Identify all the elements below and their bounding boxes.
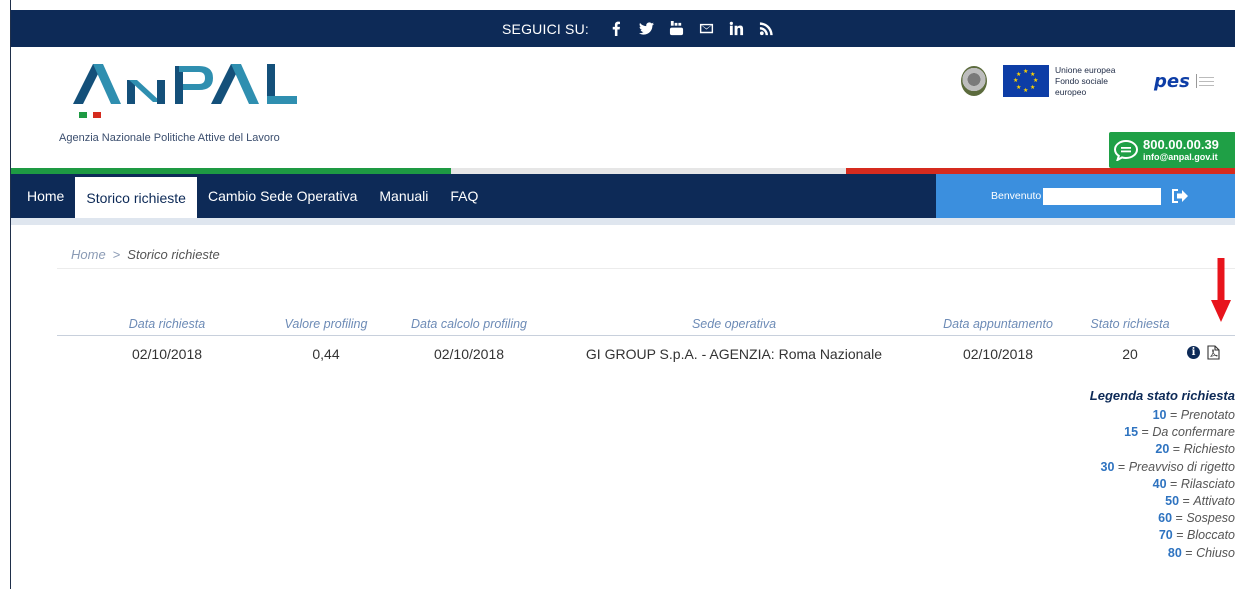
facebook-icon[interactable] xyxy=(604,18,628,40)
nav-cambio-sede[interactable]: Cambio Sede Operativa xyxy=(197,174,368,218)
breadcrumb-current: Storico richieste xyxy=(127,247,220,262)
breadcrumb-separator: > xyxy=(112,247,121,262)
th-valore-profiling: Valore profiling xyxy=(284,317,368,331)
cell-valore-profiling: 0,44 xyxy=(312,346,340,362)
logo-subtitle: Agenzia Nazionale Politiche Attive del L… xyxy=(59,132,280,144)
eu-text-line2: Fondo sociale europeo xyxy=(1055,75,1108,97)
contact-email: info@anpal.gov.it xyxy=(1143,151,1218,162)
info-icon[interactable]: i xyxy=(1187,346,1200,359)
legend-item: 50 = Attivato xyxy=(1165,494,1235,509)
mail-icon[interactable] xyxy=(694,18,718,40)
contact-number: 800.00.00.39 xyxy=(1143,136,1219,152)
legend-title: Legenda stato richiesta xyxy=(1089,388,1235,403)
status-legend: Legenda stato richiesta 10 = Prenotato 1… xyxy=(1090,388,1235,562)
eu-text-line1: Unione europea xyxy=(1055,64,1116,75)
legend-item: 60 = Sospeso xyxy=(1158,511,1235,526)
nav-faq[interactable]: FAQ xyxy=(439,174,489,218)
legend-item: 30 = Preavviso di rigetto xyxy=(1100,459,1235,474)
page-frame: SEGUICI SU: Agenzia Nazionale Politiche … xyxy=(10,0,1235,589)
table-row: 02/10/2018 0,44 02/10/2018 GI GROUP S.p.… xyxy=(57,337,1235,371)
row-actions: i xyxy=(1187,345,1220,360)
legend-item: 20 = Richiesto xyxy=(1155,442,1235,457)
th-sede-operativa: Sede operativa xyxy=(691,317,777,331)
eu-fund-text: Unione europea Fondo sociale europeo xyxy=(1055,65,1140,98)
social-label: SEGUICI SU: xyxy=(502,20,589,37)
breadcrumb: Home > Storico richieste xyxy=(71,247,220,262)
anpal-logo[interactable]: Agenzia Nazionale Politiche Attive del L… xyxy=(59,60,359,155)
th-data-appuntamento: Data appuntamento xyxy=(943,317,1053,331)
nav-manuali[interactable]: Manuali xyxy=(368,174,439,218)
linkedin-icon[interactable] xyxy=(724,18,748,40)
legend-item: 15 = Da confermare xyxy=(1124,425,1235,440)
twitter-icon[interactable] xyxy=(634,18,658,40)
cell-data-richiesta: 02/10/2018 xyxy=(131,346,203,362)
rss-icon[interactable] xyxy=(754,18,778,40)
nav-home[interactable]: Home xyxy=(11,174,75,218)
nav-underline xyxy=(11,218,1235,225)
cell-sede-operativa: GI GROUP S.p.A. - AGENZIA: Roma Nazional… xyxy=(585,346,883,362)
breadcrumb-home[interactable]: Home xyxy=(71,247,106,262)
cell-data-appuntamento: 02/10/2018 xyxy=(962,346,1034,362)
th-data-calcolo: Data calcolo profiling xyxy=(410,317,528,331)
anpal-logo-mark xyxy=(73,64,297,118)
table-header: Data richiesta Valore profiling Data cal… xyxy=(57,306,1235,336)
pdf-icon[interactable] xyxy=(1207,345,1220,360)
breadcrumb-divider xyxy=(57,268,1235,269)
pes-logo: pes xyxy=(1154,70,1190,92)
welcome-label: Benvenuto xyxy=(991,190,1042,202)
user-panel: Benvenuto xyxy=(936,174,1235,218)
legend-item: 10 = Prenotato xyxy=(1152,408,1235,422)
italian-republic-emblem xyxy=(961,66,987,96)
cell-stato-richiesta: 20 xyxy=(1122,346,1138,362)
cell-data-calcolo: 02/10/2018 xyxy=(433,346,505,362)
nav-storico-richieste[interactable]: Storico richieste xyxy=(75,174,197,218)
partner-logos: ★ ★ ★ ★ ★ ★ ★ ★ Unione europea Fondo sociale … xyxy=(961,64,1216,98)
pes-network-mark xyxy=(1195,74,1216,88)
legend-item: 70 = Bloccato xyxy=(1158,528,1235,543)
eu-flag-icon: ★ ★ ★ ★ ★ ★ ★ ★ xyxy=(1003,65,1049,97)
chat-icon xyxy=(1109,139,1143,161)
legend-item: 80 = Chiuso xyxy=(1167,545,1235,560)
logout-icon[interactable] xyxy=(1170,186,1190,206)
username-redacted xyxy=(1043,187,1162,205)
main-nav: Home Storico richieste Cambio Sede Opera… xyxy=(11,174,1235,218)
social-bar: SEGUICI SU: xyxy=(11,10,1235,47)
legend-item: 40 = Rilasciato xyxy=(1152,476,1235,491)
th-data-richiesta: Data richiesta xyxy=(128,317,206,331)
th-stato-richiesta: Stato richiesta xyxy=(1090,317,1170,331)
youtube-icon[interactable] xyxy=(664,18,688,40)
contact-box[interactable]: 800.00.00.39 info@anpal.gov.it xyxy=(1109,132,1235,168)
